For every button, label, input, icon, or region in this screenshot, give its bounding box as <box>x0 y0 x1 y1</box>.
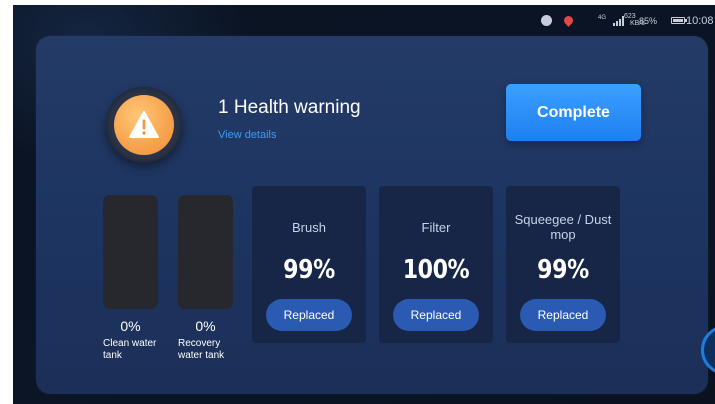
filter-percent: 100% <box>402 255 470 285</box>
status-bar: 4G 623 KB/s 85% 10:08 <box>13 5 715 35</box>
health-panel: 1 Health warning View details Complete 0… <box>36 36 708 394</box>
clean-water-tank-gauge <box>103 195 158 309</box>
filter-card: Filter 100% Replaced <box>379 186 493 343</box>
filter-replaced-button[interactable]: Replaced <box>393 299 479 331</box>
brush-card: Brush 99% Replaced <box>252 186 366 343</box>
warning-icon <box>114 95 174 155</box>
complete-button[interactable]: Complete <box>506 84 641 141</box>
squeegee-percent: 99% <box>537 255 589 285</box>
clean-water-tank-label: Clean water tank <box>103 338 157 361</box>
recovery-water-tank-gauge <box>178 195 233 309</box>
device-screen: 4G 623 KB/s 85% 10:08 1 Health warning V… <box>13 5 715 404</box>
squeegee-replaced-button[interactable]: Replaced <box>520 299 606 331</box>
view-details-link[interactable]: View details <box>218 129 277 141</box>
battery-level <box>673 19 684 22</box>
location-icon <box>562 14 575 27</box>
clean-water-tank-percent: 0% <box>120 318 141 334</box>
battery-icon <box>671 17 685 24</box>
recovery-water-tank-percent: 0% <box>195 318 216 334</box>
recovery-water-tank-label: Recovery water tank <box>178 338 225 361</box>
squeegee-name: Squeegee / Dust mop <box>514 212 612 242</box>
brush-percent: 99% <box>283 255 335 285</box>
signal-label: 4G <box>598 15 607 21</box>
battery-percent: 85% <box>639 16 658 26</box>
filter-name: Filter <box>421 220 451 235</box>
app-notification-icon <box>541 15 552 26</box>
brush-replaced-button[interactable]: Replaced <box>266 299 352 331</box>
warning-badge <box>106 87 182 163</box>
status-time: 10:08 <box>686 15 714 27</box>
health-warning-title: 1 Health warning <box>218 97 361 118</box>
brush-name: Brush <box>292 220 326 235</box>
squeegee-card: Squeegee / Dust mop 99% Replaced <box>506 186 620 343</box>
